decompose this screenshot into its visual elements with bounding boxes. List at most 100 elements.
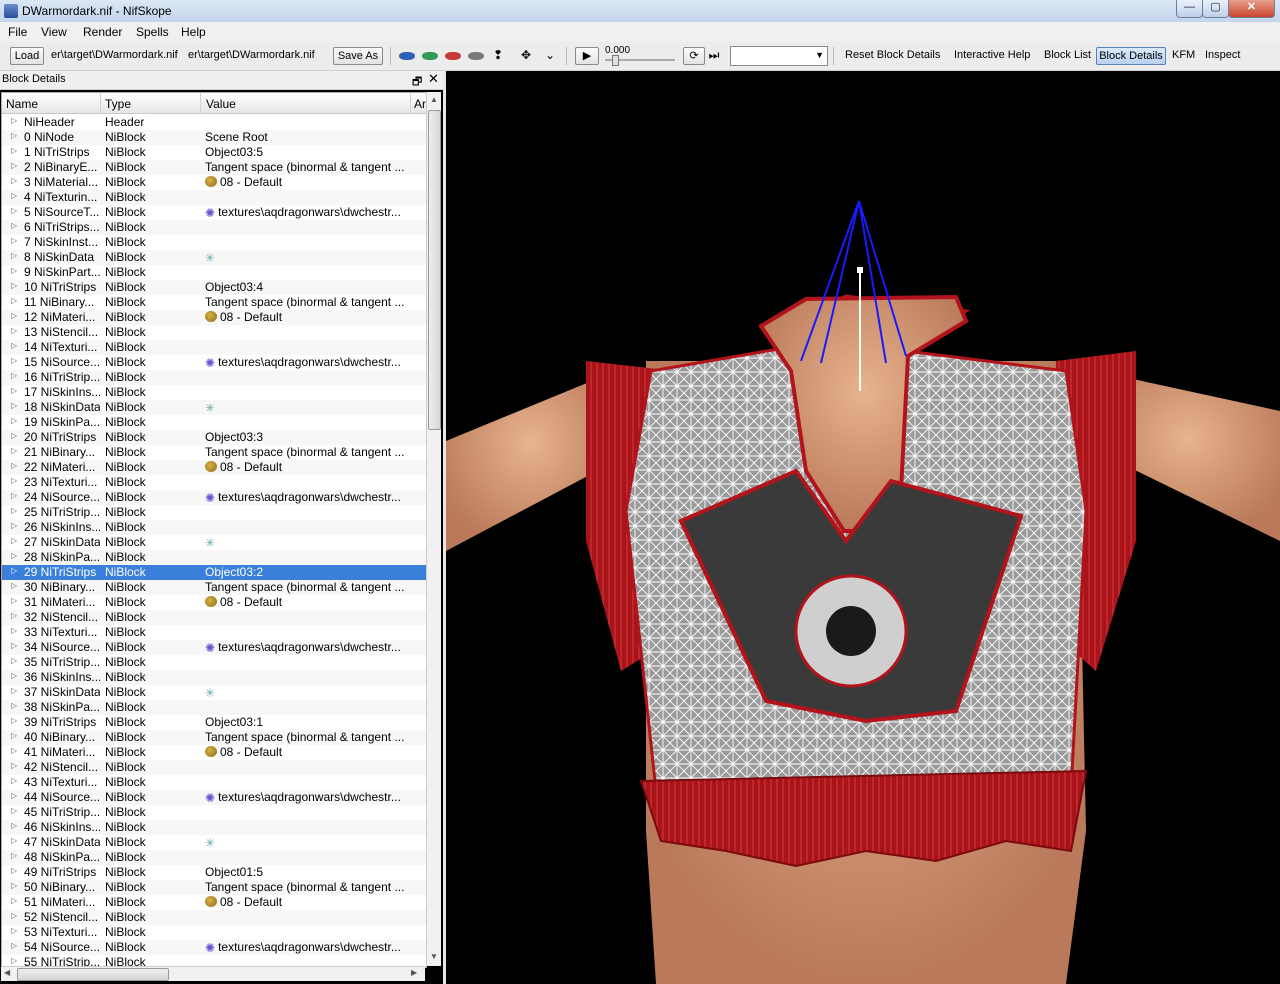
expand-arrow-icon[interactable]: ▷ bbox=[11, 116, 17, 125]
play-animation-button[interactable]: ▶ bbox=[575, 47, 599, 65]
expand-arrow-icon[interactable]: ▷ bbox=[11, 926, 17, 935]
expand-arrow-icon[interactable]: ▷ bbox=[11, 221, 17, 230]
expand-arrow-icon[interactable]: ▷ bbox=[11, 521, 17, 530]
table-row[interactable]: ▷ 9 NiSkinPart... NiBlock bbox=[2, 265, 426, 280]
expand-arrow-icon[interactable]: ▷ bbox=[11, 176, 17, 185]
table-row[interactable]: ▷ 34 NiSource... NiBlock ✺ textures\aqdragon… bbox=[2, 640, 426, 655]
table-row[interactable]: ▷ 8 NiSkinData NiBlock ✳ bbox=[2, 250, 426, 265]
animation-select[interactable]: ▼ bbox=[730, 46, 828, 66]
table-row[interactable]: ▷ 22 NiMateri... NiBlock 08 - Default bbox=[2, 460, 426, 475]
expand-arrow-icon[interactable]: ▷ bbox=[11, 911, 17, 920]
table-row[interactable]: ▷ 11 NiBinary... NiBlock Tangent space (bin… bbox=[2, 295, 426, 310]
table-row[interactable]: ▷ 51 NiMateri... NiBlock 08 - Default bbox=[2, 895, 426, 910]
table-row[interactable]: ▷ 27 NiSkinData NiBlock ✳ bbox=[2, 535, 426, 550]
menu-spells[interactable]: Spells bbox=[136, 25, 169, 39]
time-slider-handle[interactable] bbox=[612, 55, 619, 66]
menu-view[interactable]: View bbox=[41, 25, 67, 39]
table-row[interactable]: ▷ 12 NiMateri... NiBlock 08 - Default bbox=[2, 310, 426, 325]
table-row[interactable]: ▷ 47 NiSkinData NiBlock ✳ bbox=[2, 835, 426, 850]
table-row[interactable]: ▷ 7 NiSkinInst... NiBlock bbox=[2, 235, 426, 250]
minimize-button[interactable]: — bbox=[1176, 0, 1203, 18]
menu-render[interactable]: Render bbox=[83, 25, 122, 39]
expand-arrow-icon[interactable]: ▷ bbox=[11, 551, 17, 560]
scroll-right-icon[interactable]: ▶ bbox=[411, 968, 417, 977]
table-row[interactable]: ▷ 30 NiBinary... NiBlock Tangent space (bin… bbox=[2, 580, 426, 595]
expand-arrow-icon[interactable]: ▷ bbox=[11, 806, 17, 815]
expand-arrow-icon[interactable]: ▷ bbox=[11, 431, 17, 440]
expand-arrow-icon[interactable]: ▷ bbox=[11, 566, 17, 575]
table-row[interactable]: ▷ 53 NiTexturi... NiBlock bbox=[2, 925, 426, 940]
expand-arrow-icon[interactable]: ▷ bbox=[11, 146, 17, 155]
maximize-button[interactable]: ▢ bbox=[1202, 0, 1229, 18]
table-row[interactable]: ▷ 37 NiSkinData NiBlock ✳ bbox=[2, 685, 426, 700]
table-row[interactable]: ▷ 38 NiSkinPa... NiBlock bbox=[2, 700, 426, 715]
table-row[interactable]: ▷ 29 NiTriStrips NiBlock Object03:2 bbox=[2, 565, 426, 580]
column-argument[interactable]: Ar bbox=[414, 97, 426, 111]
expand-arrow-icon[interactable]: ▷ bbox=[11, 701, 17, 710]
view-top-icon[interactable] bbox=[445, 52, 461, 60]
table-row[interactable]: ▷ 24 NiSource... NiBlock ✺ textures\aqdragon… bbox=[2, 490, 426, 505]
table-row[interactable]: ▷ 13 NiStencil... NiBlock bbox=[2, 325, 426, 340]
column-type[interactable]: Type bbox=[105, 97, 131, 111]
expand-arrow-icon[interactable]: ▷ bbox=[11, 371, 17, 380]
expand-arrow-icon[interactable]: ▷ bbox=[11, 356, 17, 365]
view-side-icon[interactable] bbox=[422, 52, 438, 60]
expand-arrow-icon[interactable]: ▷ bbox=[11, 131, 17, 140]
expand-arrow-icon[interactable]: ▷ bbox=[11, 791, 17, 800]
table-row[interactable]: ▷ 31 NiMateri... NiBlock 08 - Default bbox=[2, 595, 426, 610]
view-dropdown-icon[interactable]: ⌄ bbox=[542, 48, 558, 62]
expand-arrow-icon[interactable]: ▷ bbox=[11, 731, 17, 740]
expand-arrow-icon[interactable]: ▷ bbox=[11, 506, 17, 515]
expand-arrow-icon[interactable]: ▷ bbox=[11, 746, 17, 755]
table-row[interactable]: ▷ 43 NiTexturi... NiBlock bbox=[2, 775, 426, 790]
close-button[interactable]: ✕ bbox=[1228, 0, 1275, 18]
scroll-down-icon[interactable]: ▼ bbox=[430, 952, 438, 961]
table-row[interactable]: ▷ 39 NiTriStrips NiBlock Object03:1 bbox=[2, 715, 426, 730]
scroll-left-icon[interactable]: ◀ bbox=[4, 968, 10, 977]
scroll-up-icon[interactable]: ▲ bbox=[430, 95, 438, 104]
expand-arrow-icon[interactable]: ▷ bbox=[11, 836, 17, 845]
expand-arrow-icon[interactable]: ▷ bbox=[11, 626, 17, 635]
expand-arrow-icon[interactable]: ▷ bbox=[11, 896, 17, 905]
close-dock-icon[interactable]: ✕ bbox=[428, 71, 439, 87]
table-row[interactable]: ▷ 18 NiSkinData NiBlock ✳ bbox=[2, 400, 426, 415]
table-row[interactable]: ▷ 50 NiBinary... NiBlock Tangent space (bin… bbox=[2, 880, 426, 895]
table-row[interactable]: ▷ 0 NiNode NiBlock Scene Root bbox=[2, 130, 426, 145]
expand-arrow-icon[interactable]: ▷ bbox=[11, 266, 17, 275]
expand-arrow-icon[interactable]: ▷ bbox=[11, 956, 17, 965]
expand-arrow-icon[interactable]: ▷ bbox=[11, 326, 17, 335]
expand-arrow-icon[interactable]: ▷ bbox=[11, 341, 17, 350]
column-name[interactable]: Name bbox=[6, 97, 38, 111]
table-row[interactable]: ▷ 44 NiSource... NiBlock ✺ textures\aqdragon… bbox=[2, 790, 426, 805]
table-row[interactable]: ▷ 35 NiTriStrip... NiBlock bbox=[2, 655, 426, 670]
render-viewport[interactable] bbox=[446, 71, 1280, 984]
view-front-icon[interactable] bbox=[399, 52, 415, 60]
save-path-field[interactable]: er\target\DWarmordark.nif bbox=[188, 49, 323, 61]
menu-help[interactable]: Help bbox=[181, 25, 206, 39]
kfm-button[interactable]: KFM bbox=[1172, 49, 1195, 61]
table-row[interactable]: ▷ 28 NiSkinPa... NiBlock bbox=[2, 550, 426, 565]
table-row[interactable]: ▷ 2 NiBinaryE... NiBlock Tangent space (bin… bbox=[2, 160, 426, 175]
table-row[interactable]: ▷ 33 NiTexturi... NiBlock bbox=[2, 625, 426, 640]
vertical-scroll-thumb[interactable] bbox=[428, 110, 441, 430]
menu-file[interactable]: File bbox=[8, 25, 27, 39]
expand-arrow-icon[interactable]: ▷ bbox=[11, 581, 17, 590]
table-row[interactable]: ▷ 49 NiTriStrips NiBlock Object01:5 bbox=[2, 865, 426, 880]
expand-arrow-icon[interactable]: ▷ bbox=[11, 866, 17, 875]
expand-arrow-icon[interactable]: ▷ bbox=[11, 761, 17, 770]
expand-arrow-icon[interactable]: ▷ bbox=[11, 536, 17, 545]
tree-horizontal-scrollbar[interactable]: ◀ ▶ bbox=[1, 966, 425, 981]
expand-arrow-icon[interactable]: ▷ bbox=[11, 656, 17, 665]
tree-vertical-scrollbar[interactable]: ▲ ▼ bbox=[426, 92, 441, 966]
expand-arrow-icon[interactable]: ▷ bbox=[11, 191, 17, 200]
table-row[interactable]: ▷ 45 NiTriStrip... NiBlock bbox=[2, 805, 426, 820]
expand-arrow-icon[interactable]: ▷ bbox=[11, 716, 17, 725]
table-row[interactable]: ▷ 54 NiSource... NiBlock ✺ textures\aqdragon… bbox=[2, 940, 426, 955]
table-row[interactable]: ▷ 41 NiMateri... NiBlock 08 - Default bbox=[2, 745, 426, 760]
table-row[interactable]: ▷ 42 NiStencil... NiBlock bbox=[2, 760, 426, 775]
load-button[interactable]: Load bbox=[10, 47, 44, 65]
expand-arrow-icon[interactable]: ▷ bbox=[11, 161, 17, 170]
interactive-help-button[interactable]: Interactive Help bbox=[954, 49, 1030, 61]
expand-arrow-icon[interactable]: ▷ bbox=[11, 296, 17, 305]
reset-block-details-button[interactable]: Reset Block Details bbox=[845, 49, 940, 61]
